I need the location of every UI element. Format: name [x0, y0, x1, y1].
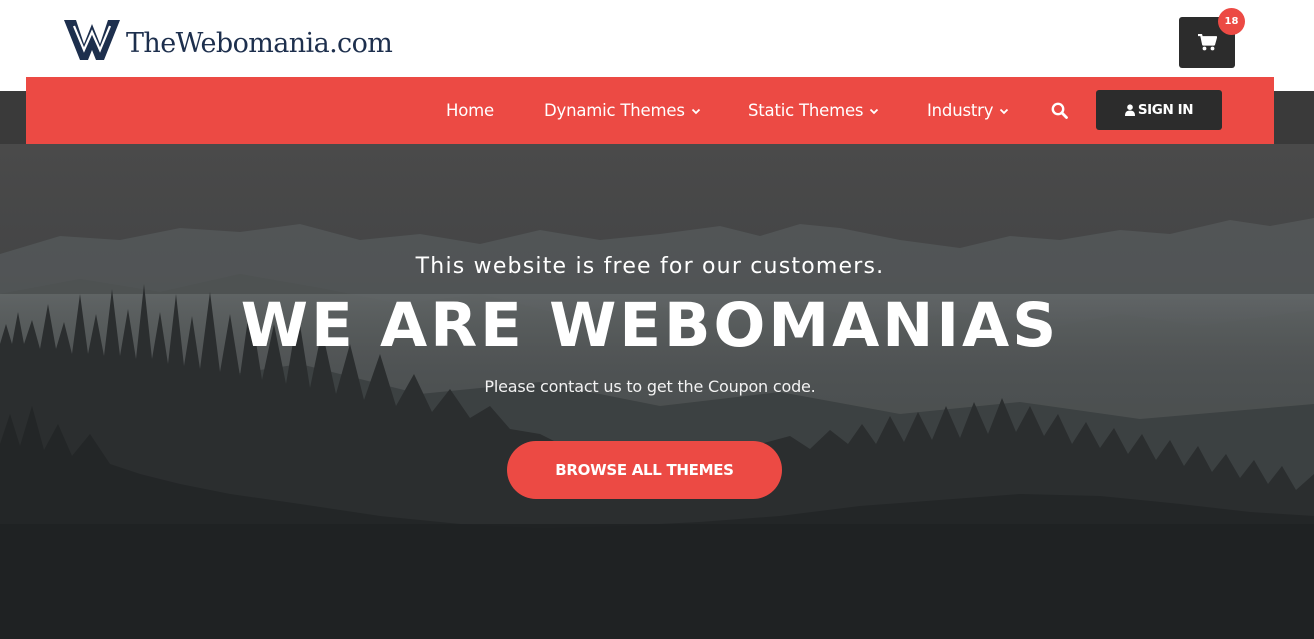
hero-title: WE ARE WEBOMANIAS — [240, 290, 1060, 361]
user-icon — [1124, 104, 1135, 116]
site-logo[interactable]: TheWebomania.com — [64, 18, 393, 64]
nav-item-industry[interactable]: Industry — [927, 77, 1009, 144]
shopping-cart-icon — [1197, 34, 1217, 51]
hero-subtitle: This website is free for our customers. — [415, 254, 885, 279]
chevron-down-icon — [1000, 108, 1009, 114]
page: TheWebomania.com 18 Home Dynamic Themes … — [0, 0, 1314, 639]
nav-item-home[interactable]: Home — [446, 77, 494, 144]
nav-item-label: Industry — [927, 101, 994, 120]
hero-note: Please contact us to get the Coupon code… — [484, 377, 816, 396]
nav-item-static-themes[interactable]: Static Themes — [748, 77, 879, 144]
nav-item-label: Static Themes — [748, 101, 864, 120]
cart-count-badge: 18 — [1218, 8, 1245, 35]
browse-all-themes-button[interactable]: BROWSE ALL THEMES — [507, 441, 782, 499]
chevron-down-icon — [870, 108, 879, 114]
sign-in-label: SIGN IN — [1137, 102, 1194, 118]
search-icon — [1051, 102, 1068, 119]
search-button[interactable] — [1048, 99, 1070, 121]
nav-item-label: Home — [446, 101, 494, 120]
main-navbar: Home Dynamic Themes Static Themes Indust… — [26, 77, 1274, 144]
sign-in-button[interactable]: SIGN IN — [1096, 90, 1222, 130]
w-logo-icon — [64, 20, 120, 60]
nav-item-label: Dynamic Themes — [544, 101, 685, 120]
hero-section: This website is free for our customers. … — [0, 144, 1314, 639]
nav-item-dynamic-themes[interactable]: Dynamic Themes — [544, 77, 701, 144]
logo-text: TheWebomania.com — [126, 28, 393, 59]
chevron-down-icon — [691, 108, 700, 114]
